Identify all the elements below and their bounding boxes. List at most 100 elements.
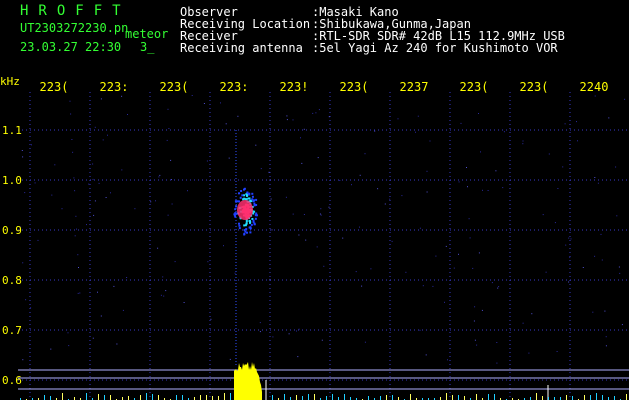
noise-dot [619, 272, 621, 274]
x-axis-tick-labels: 223(223: 223(223: 223! 223(2237 223(223(2240 [40, 80, 609, 94]
noise-dot [417, 115, 419, 117]
noise-dot [165, 290, 167, 292]
noise-dot [78, 267, 79, 268]
noise-dot [163, 295, 165, 297]
noise-dot [158, 176, 160, 178]
noise-dot [203, 103, 205, 104]
noise-dot [472, 267, 474, 269]
noise-dot [522, 143, 524, 145]
noise-dot [594, 95, 596, 97]
y-axis-tick-labels: 1.1 1.0 0.9 0.8 0.7 0.6 [2, 124, 22, 387]
noise-dot [318, 109, 320, 111]
noise-dot [31, 144, 32, 146]
spectrum-blip [494, 394, 495, 400]
x-tick-label: 2240 [580, 80, 609, 94]
noise-dot [92, 163, 94, 165]
noise-dot [577, 140, 578, 142]
noise-dot [93, 214, 95, 216]
noise-dot [426, 170, 428, 172]
echo-pixel [246, 194, 249, 197]
noise-dot [542, 214, 544, 216]
noise-dot [592, 311, 594, 313]
y-tick-label: 1.1 [2, 124, 22, 137]
noise-dot [497, 287, 499, 289]
spectrogram-plot: 223(223: 223(223: 223! 223(2237 223(223(2240… [2, 80, 629, 400]
noise-dot [615, 166, 617, 168]
file-name: UT2303272230.pn [20, 21, 129, 35]
noise-dot [292, 213, 294, 215]
noise-dot [460, 122, 462, 124]
y-tick-label: 1.0 [2, 174, 22, 187]
noise-dot [370, 268, 372, 270]
spectrum-blip [218, 396, 219, 400]
spectrum-blip [314, 394, 315, 400]
spectrum-blip [626, 394, 627, 400]
noise-dot [68, 345, 70, 347]
echo-pixel [246, 191, 249, 194]
noise-dot [568, 281, 570, 283]
noise-dot [297, 356, 299, 358]
noise-dot [435, 255, 437, 257]
noise-dot [478, 113, 479, 114]
spectrum-blip [110, 395, 111, 400]
noise-dot [466, 167, 467, 168]
noise-dot [467, 186, 468, 188]
noise-dot [168, 128, 170, 129]
noise-dot [548, 153, 550, 155]
noise-dot [157, 247, 159, 249]
echo-pixel [245, 222, 248, 225]
noise-dot [300, 137, 301, 139]
timestamp: 23.03.27 22:30 [20, 40, 122, 54]
spectrum-blip [302, 396, 303, 400]
spectrum-blip [326, 396, 327, 400]
noise-dot [22, 262, 24, 264]
echo-pixel [255, 204, 258, 206]
noise-dot [303, 128, 305, 130]
noise-dot [159, 174, 161, 176]
noise-dot [25, 299, 27, 301]
spectrum-blip [224, 393, 225, 400]
noise-dot [565, 244, 567, 246]
noise-dot [92, 178, 94, 180]
spectrum-blip [86, 393, 87, 400]
noise-dot [364, 341, 366, 343]
noise-dot [75, 215, 77, 217]
x-tick-label: 223! [280, 80, 309, 94]
noise-dot [569, 256, 571, 258]
y-tick-label: 0.8 [2, 274, 22, 287]
spectrum-blip [488, 394, 489, 400]
noise-dot [305, 239, 307, 241]
spectrum-blip [386, 395, 387, 400]
noise-dot [594, 177, 596, 178]
echo-pixel [247, 197, 250, 200]
noise-dot [605, 345, 607, 347]
echo-pixel [254, 217, 257, 220]
noise-dot [71, 139, 73, 140]
noise-dot [339, 180, 341, 181]
spectrum-blip [590, 395, 591, 400]
noise-dot [94, 200, 96, 202]
noise-dot [229, 358, 231, 360]
spectrum-trace [20, 362, 627, 400]
noise-dot [98, 182, 100, 184]
spectrum-blip [584, 395, 585, 400]
echo-pixel [243, 233, 246, 236]
noise-dot [61, 208, 63, 210]
spectrum-blip [536, 393, 537, 400]
echo-pixel [234, 212, 237, 215]
noise-dot [70, 113, 72, 115]
spectrum-blip [308, 394, 309, 400]
echo-pixel [246, 231, 248, 234]
x-tick-label: 223( [340, 80, 369, 94]
echo-pixel [256, 214, 258, 217]
spectrum-blip [50, 396, 51, 400]
noise-dot [110, 192, 111, 194]
noise-dot [601, 259, 603, 261]
noise-dot [481, 309, 483, 311]
noise-dot [121, 169, 123, 171]
noise-dot [134, 208, 136, 210]
spectrum-blip [128, 396, 129, 400]
noise-dot [473, 320, 475, 322]
noise-dot [401, 195, 403, 197]
noise-dot [77, 292, 79, 294]
